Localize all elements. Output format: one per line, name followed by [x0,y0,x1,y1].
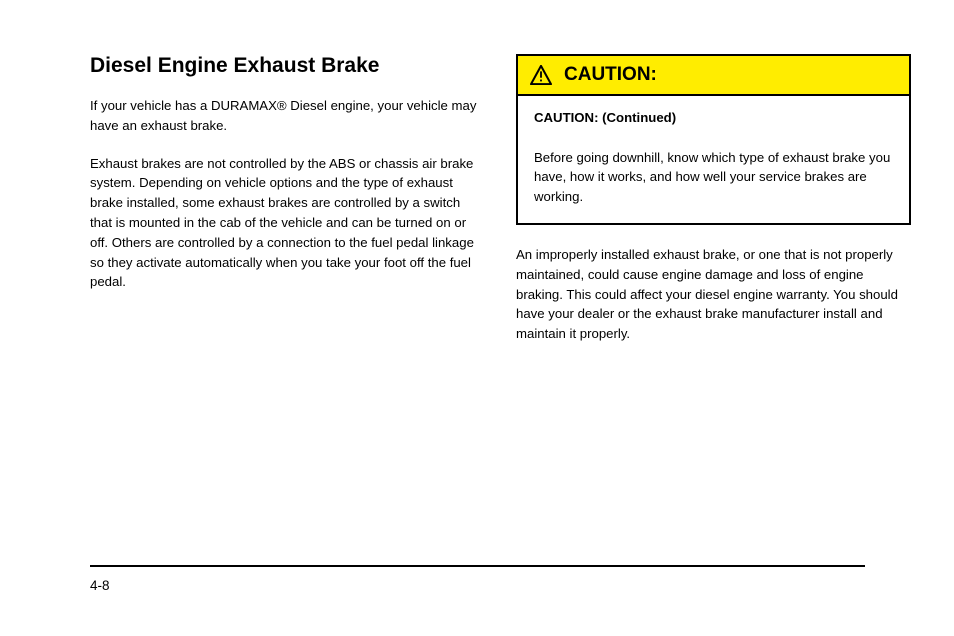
page-number: 4-8 [90,578,110,593]
caution-continued-label: CAUTION: (Continued) [534,110,676,125]
section-heading: Diesel Engine Exhaust Brake [90,54,485,78]
warning-triangle-icon [530,65,552,85]
body-paragraph-2: Exhaust brakes are not controlled by the… [90,154,485,293]
body-paragraph-right: An improperly installed exhaust brake, o… [516,245,911,344]
caution-callout: CAUTION: CAUTION: (Continued) Before goi… [516,54,911,225]
caution-body-text: Before going downhill, know which type o… [534,150,890,205]
caution-label: CAUTION: [564,64,657,86]
caution-body: CAUTION: (Continued) Before going downhi… [518,96,909,223]
body-paragraph-1: If your vehicle has a DURAMAX® Diesel en… [90,96,485,136]
footer-rule [90,565,865,567]
caution-header: CAUTION: [518,56,909,96]
